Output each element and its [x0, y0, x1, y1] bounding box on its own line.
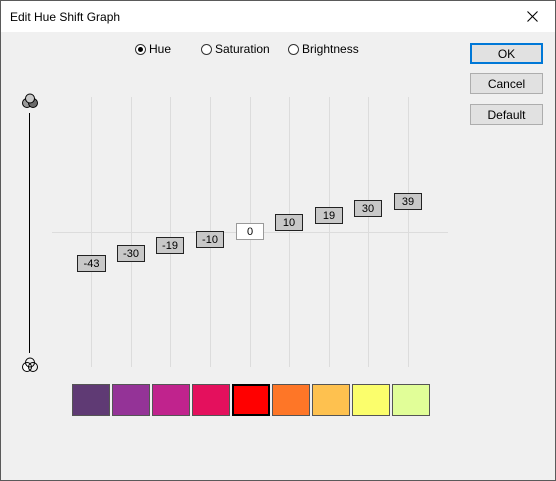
color-swatch-9[interactable] [392, 384, 430, 416]
color-swatch-6[interactable] [272, 384, 310, 416]
color-swatch-8[interactable] [352, 384, 390, 416]
color-swatch-7[interactable] [312, 384, 350, 416]
color-swatch-1[interactable] [72, 384, 110, 416]
color-swatch-2[interactable] [112, 384, 150, 416]
hue-value-3[interactable]: -19 [156, 237, 184, 254]
hue-value-6[interactable]: 10 [275, 214, 303, 231]
color-swatch-4[interactable] [192, 384, 230, 416]
hue-value-5[interactable]: 0 [236, 223, 264, 240]
color-swatch-5[interactable] [232, 384, 270, 416]
hue-value-1[interactable]: -43 [77, 255, 106, 272]
hue-value-7[interactable]: 19 [315, 207, 343, 224]
hue-value-4[interactable]: -10 [196, 231, 224, 248]
hue-value-8[interactable]: 30 [354, 200, 382, 217]
hue-value-2[interactable]: -30 [117, 245, 145, 262]
color-swatch-3[interactable] [152, 384, 190, 416]
hue-value-9[interactable]: 39 [394, 193, 422, 210]
